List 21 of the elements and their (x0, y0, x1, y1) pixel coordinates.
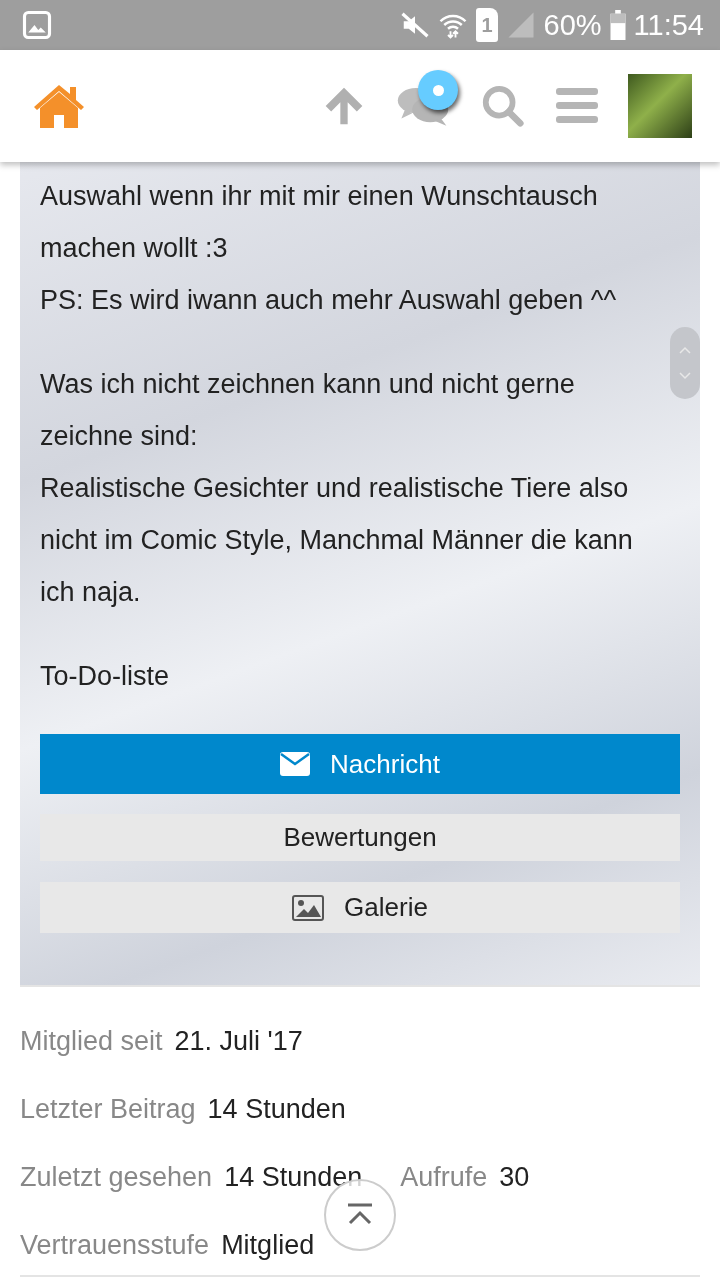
message-button[interactable]: Nachricht (40, 734, 680, 794)
battery-percentage: 60% (543, 10, 602, 40)
stat-label: Letzter Beitrag (20, 1092, 196, 1126)
stat-value: 14 Stunden (207, 1092, 346, 1126)
sim-slot-icon: 1 (476, 8, 498, 42)
stat-value: 30 (499, 1160, 530, 1194)
stat-label: Aufrufe (400, 1160, 488, 1194)
stat-label: Mitglied seit (20, 1024, 163, 1058)
bio-paragraph: Was ich nicht zeichnen kann und nicht gerne zeichne sind: (40, 368, 576, 453)
ratings-button[interactable]: Bewertungen (40, 814, 680, 861)
stat-label: Zuletzt gesehen (20, 1160, 213, 1194)
clock-time: 11:54 (633, 10, 704, 40)
stat-value: 21. Juli '17 (174, 1024, 303, 1058)
bio-paragraph: Auswahl wenn ihr mit mir einen Wunschtausch machen wollt :3 (40, 180, 599, 265)
bio-paragraph: PS: Es wird iwann auch mehr Auswahl geben ^^ (40, 284, 618, 317)
bio-paragraph: To-Do-liste (40, 660, 171, 693)
stat-value: Mitglied (221, 1228, 315, 1262)
gallery-button[interactable]: Galerie (40, 882, 680, 933)
stat-value: 14 Stunden (224, 1160, 363, 1194)
stat-label: Vertrauensstufe (20, 1228, 210, 1262)
bio-paragraph: Realistische Gesichter und realistische Tiere also nicht im Comic Style, Manchmal Männer die kann ich naja. (40, 472, 634, 609)
